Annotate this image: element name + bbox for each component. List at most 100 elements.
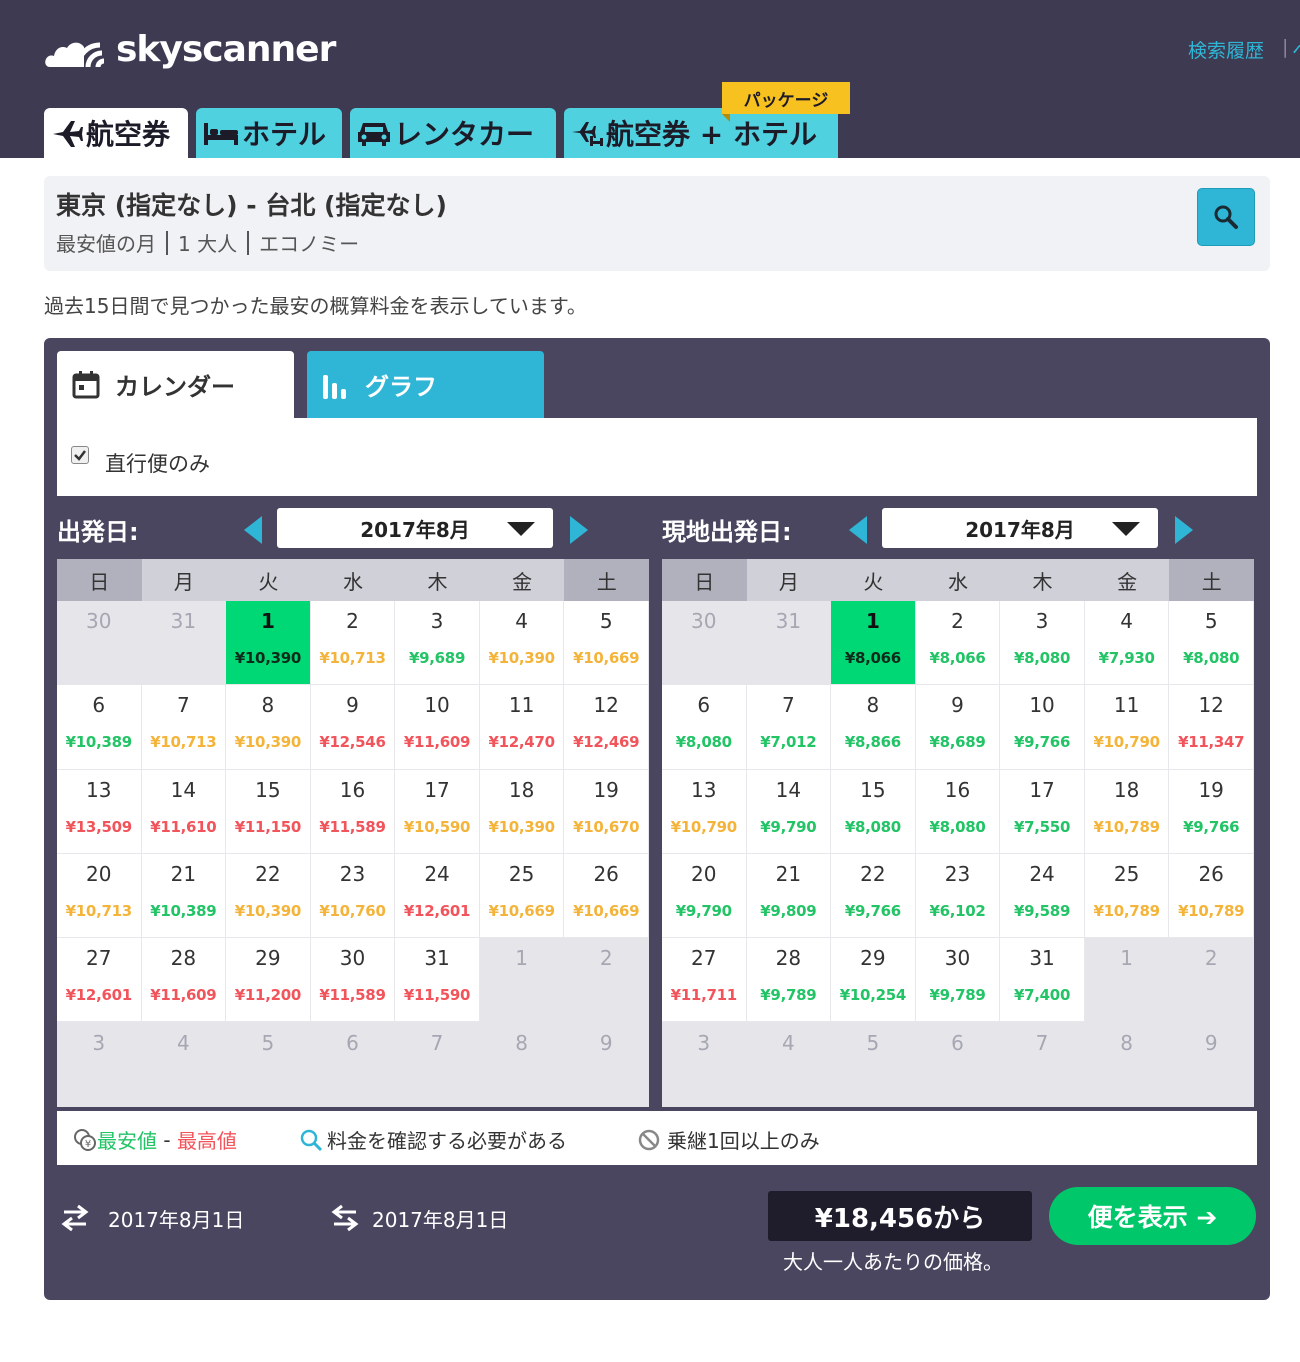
tab-flight-hotel[interactable]: 航空券 + ホテル (564, 108, 838, 158)
calendar-day[interactable]: 9 ¥12,546 (310, 685, 396, 770)
tab-calendar[interactable]: カレンダー (57, 351, 294, 418)
calendar-day[interactable]: 20 ¥9,790 (662, 853, 747, 939)
tab-hotels[interactable]: ホテル (196, 108, 342, 158)
direct-only-checkbox[interactable] (71, 446, 89, 464)
outbound-next-month-arrow[interactable] (570, 516, 588, 544)
calendar-day[interactable]: 29 ¥11,200 (226, 938, 311, 1023)
calendar-day[interactable]: 25 ¥10,669 (479, 853, 565, 939)
calendar-day[interactable]: 11 ¥12,470 (479, 685, 565, 770)
outbound-month-select[interactable]: 2017年8月 (277, 508, 553, 548)
calendar-day[interactable]: 1 ¥8,066 (831, 601, 916, 686)
calendar-day[interactable]: 16 ¥11,589 (310, 769, 396, 854)
calendar-day[interactable]: 6 ¥10,389 (57, 685, 142, 770)
calendar-day[interactable]: 30 ¥9,789 (915, 938, 1001, 1023)
day-number: 4 (176, 1030, 190, 1055)
calendar-day[interactable]: 13 ¥10,790 (662, 769, 747, 854)
calendar-day[interactable]: 12 ¥12,469 (564, 685, 649, 770)
calendar-day[interactable]: 18 ¥10,789 (1084, 769, 1170, 854)
calendar-day[interactable]: 24 ¥9,589 (1000, 853, 1085, 939)
calendar-day[interactable]: 12 ¥11,347 (1169, 685, 1254, 770)
header-help-link[interactable]: ヘ (1292, 36, 1300, 63)
skyscanner-logo[interactable]: skyscanner (44, 26, 336, 72)
day-price: ¥11,590 (403, 986, 471, 1005)
day-price: ¥11,347 (1178, 733, 1245, 752)
day-price: ¥8,066 (929, 649, 986, 667)
calendar-day[interactable]: 28 ¥9,789 (746, 938, 832, 1023)
calendar-icon (72, 370, 100, 398)
calendar-day[interactable]: 17 ¥7,550 (1000, 769, 1085, 854)
search-summary[interactable]: 東京 (指定なし) - 台北 (指定なし) 最安値の月 1 大人 エコノミー (44, 176, 1270, 271)
outbound-prev-month-arrow[interactable] (244, 516, 262, 544)
calendar-day[interactable]: 2 ¥8,066 (915, 601, 1001, 686)
calendar-day[interactable]: 8 ¥8,866 (831, 685, 916, 770)
calendar-day[interactable]: 24 ¥12,601 (395, 853, 480, 939)
calendar-day[interactable]: 4 ¥7,930 (1084, 601, 1170, 686)
calendar-day[interactable]: 16 ¥8,080 (915, 769, 1001, 854)
calendar-day[interactable]: 2 ¥10,713 (310, 601, 396, 686)
calendar-day[interactable]: 19 ¥10,670 (564, 769, 649, 854)
day-price: ¥10,670 (573, 817, 640, 836)
day-number: 16 (944, 777, 971, 802)
calendar-day[interactable]: 6 ¥8,080 (662, 685, 747, 770)
calendar-day[interactable]: 30 ¥11,589 (310, 938, 396, 1023)
calendar-day[interactable]: 29 ¥10,254 (831, 938, 916, 1023)
calendar-day[interactable]: 26 ¥10,789 (1169, 853, 1254, 939)
calendar-day[interactable]: 15 ¥11,150 (226, 769, 311, 854)
search-button[interactable] (1197, 188, 1255, 246)
calendar-day[interactable]: 28 ¥11,609 (141, 938, 227, 1023)
calendar-day[interactable]: 23 ¥10,760 (310, 853, 396, 939)
calendar-day[interactable]: 5 ¥8,080 (1169, 601, 1254, 686)
calendar-day[interactable]: 15 ¥8,080 (831, 769, 916, 854)
calendar-day-outside-month: 9 (564, 1022, 649, 1107)
calendar-day[interactable]: 22 ¥10,390 (226, 853, 311, 939)
return-month-select[interactable]: 2017年8月 (882, 508, 1158, 548)
calendar-day[interactable]: 31 ¥11,590 (395, 938, 480, 1023)
tab-graph[interactable]: グラフ (307, 351, 544, 418)
day-number: 29 (255, 946, 281, 971)
calendar-day[interactable]: 3 ¥9,689 (395, 601, 480, 686)
calendar-day[interactable]: 25 ¥10,789 (1084, 853, 1170, 939)
show-flights-button[interactable]: 便を表示 ➔ (1049, 1187, 1256, 1245)
search-icon (1214, 205, 1238, 229)
calendar-day[interactable]: 26 ¥10,669 (564, 853, 649, 939)
calendar-day[interactable]: 10 ¥9,766 (1000, 685, 1085, 770)
return-prev-month-arrow[interactable] (849, 516, 867, 544)
calendar-day[interactable]: 13 ¥13,509 (57, 769, 142, 854)
calendar-day[interactable]: 4 ¥10,390 (479, 601, 565, 686)
calendar-day[interactable]: 31 ¥7,400 (1000, 938, 1085, 1023)
calendar-day[interactable]: 21 ¥10,389 (141, 853, 227, 939)
calendar-day[interactable]: 14 ¥9,790 (746, 769, 832, 854)
calendar-day[interactable]: 14 ¥11,610 (141, 769, 227, 854)
calendar-day[interactable]: 3 ¥8,080 (1000, 601, 1085, 686)
calendar-day[interactable]: 27 ¥12,601 (57, 938, 142, 1023)
calendar-day[interactable]: 20 ¥10,713 (57, 853, 142, 939)
calendar-day[interactable]: 18 ¥10,390 (479, 769, 565, 854)
calendar-day[interactable]: 21 ¥9,809 (746, 853, 832, 939)
day-number: 31 (1029, 946, 1055, 971)
calendar-day[interactable]: 9 ¥8,689 (915, 685, 1001, 770)
day-number: 19 (593, 777, 619, 802)
tab-flights[interactable]: 航空券 (44, 108, 188, 158)
calendar-day[interactable]: 11 ¥10,790 (1084, 685, 1170, 770)
calendar-day[interactable]: 27 ¥11,711 (662, 938, 747, 1023)
day-price: ¥10,254 (839, 986, 907, 1005)
direct-only-label[interactable]: 直行便のみ (105, 448, 210, 478)
calendar-day[interactable]: 19 ¥9,766 (1169, 769, 1254, 854)
day-number: 23 (339, 861, 366, 886)
tab-car-rental[interactable]: レンタカー (350, 108, 556, 158)
calendar-day[interactable]: 8 ¥10,390 (226, 685, 311, 770)
bed-icon (204, 123, 238, 145)
calendar-day[interactable]: 7 ¥7,012 (746, 685, 832, 770)
calendar-day[interactable]: 22 ¥9,766 (831, 853, 916, 939)
calendar-day-outside-month: 30 (662, 601, 747, 686)
calendar-day[interactable]: 10 ¥11,609 (395, 685, 480, 770)
calendar-day[interactable]: 1 ¥10,390 (226, 601, 311, 686)
calendar-day-outside-month: 5 (226, 1022, 311, 1107)
calendar-day[interactable]: 17 ¥10,590 (395, 769, 480, 854)
return-next-month-arrow[interactable] (1175, 516, 1193, 544)
calendar-day[interactable]: 5 ¥10,669 (564, 601, 649, 686)
calendar-day[interactable]: 7 ¥10,713 (141, 685, 227, 770)
calendar-day[interactable]: 23 ¥6,102 (915, 853, 1001, 939)
search-history-link[interactable]: 検索履歴 (1188, 36, 1264, 63)
calendar-day-outside-month: 9 (1169, 1022, 1254, 1107)
